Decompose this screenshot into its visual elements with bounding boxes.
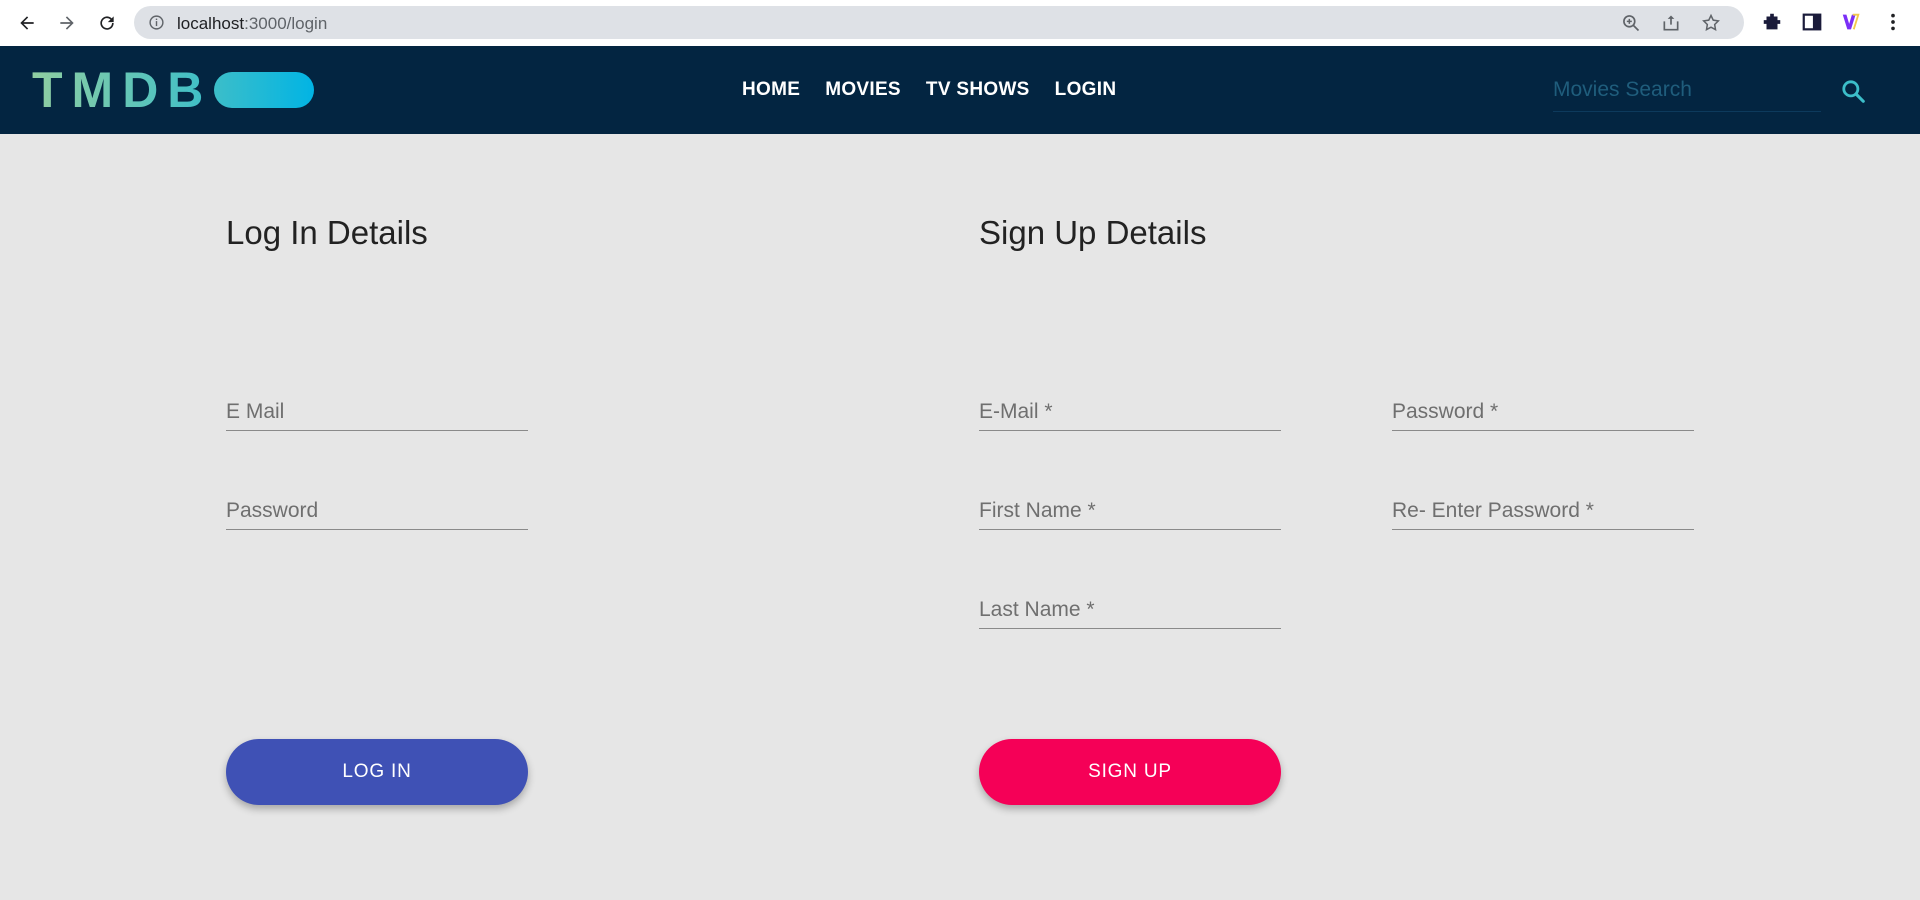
nav-tv-shows[interactable]: TV SHOWS — [926, 79, 1030, 101]
signup-password-field — [1392, 391, 1694, 431]
signup-reenter-password-input[interactable] — [1392, 499, 1694, 523]
signup-last-name-input[interactable] — [979, 598, 1281, 622]
signup-button[interactable]: SIGN UP — [979, 739, 1281, 805]
url-host: localhost — [177, 14, 245, 33]
login-button[interactable]: LOG IN — [226, 739, 528, 805]
info-icon[interactable] — [148, 14, 165, 31]
zoom-icon[interactable] — [1621, 13, 1641, 33]
login-password-input[interactable] — [226, 499, 528, 523]
tmdb-logo[interactable]: TMDB — [32, 62, 315, 118]
forward-icon[interactable] — [54, 10, 80, 36]
signup-first-name-input[interactable] — [979, 499, 1281, 523]
search-field — [1553, 74, 1821, 112]
signup-title: Sign Up Details — [979, 214, 1207, 251]
nav-home[interactable]: HOME — [742, 79, 800, 101]
signup-last-name-field — [979, 589, 1281, 629]
browser-toolbar: localhost:3000/login — [0, 0, 1920, 46]
signup-email-input[interactable] — [979, 400, 1281, 424]
side-panel-icon[interactable] — [1801, 11, 1823, 33]
back-icon[interactable] — [14, 10, 40, 36]
star-icon[interactable] — [1701, 13, 1721, 33]
app-header: TMDB HOME MOVIES TV SHOWS LOGIN — [0, 46, 1920, 134]
search-input[interactable] — [1553, 74, 1821, 102]
signup-password-input[interactable] — [1392, 400, 1694, 424]
share-icon[interactable] — [1661, 13, 1681, 33]
url-path: :3000/login — [244, 14, 328, 33]
url-text: localhost:3000/login — [177, 14, 327, 34]
nav-login[interactable]: LOGIN — [1055, 79, 1117, 101]
login-email-field — [226, 391, 528, 431]
signup-first-name-field — [979, 490, 1281, 530]
nav-movies[interactable]: MOVIES — [825, 79, 901, 101]
signup-reenter-password-field — [1392, 490, 1694, 530]
menu-icon[interactable] — [1882, 11, 1904, 33]
logo-pill-shape — [214, 72, 315, 108]
extensions-icon[interactable] — [1761, 11, 1783, 33]
signup-email-field — [979, 391, 1281, 431]
main-nav: HOME MOVIES TV SHOWS LOGIN — [742, 79, 1141, 101]
profile-extension-icon[interactable] — [1840, 11, 1862, 33]
logo-text: TMDB — [32, 62, 213, 118]
search-icon[interactable] — [1840, 78, 1866, 104]
login-password-field — [226, 490, 528, 530]
login-title: Log In Details — [226, 214, 428, 251]
login-email-input[interactable] — [226, 400, 528, 424]
address-bar[interactable]: localhost:3000/login — [134, 6, 1744, 39]
reload-icon[interactable] — [94, 10, 120, 36]
